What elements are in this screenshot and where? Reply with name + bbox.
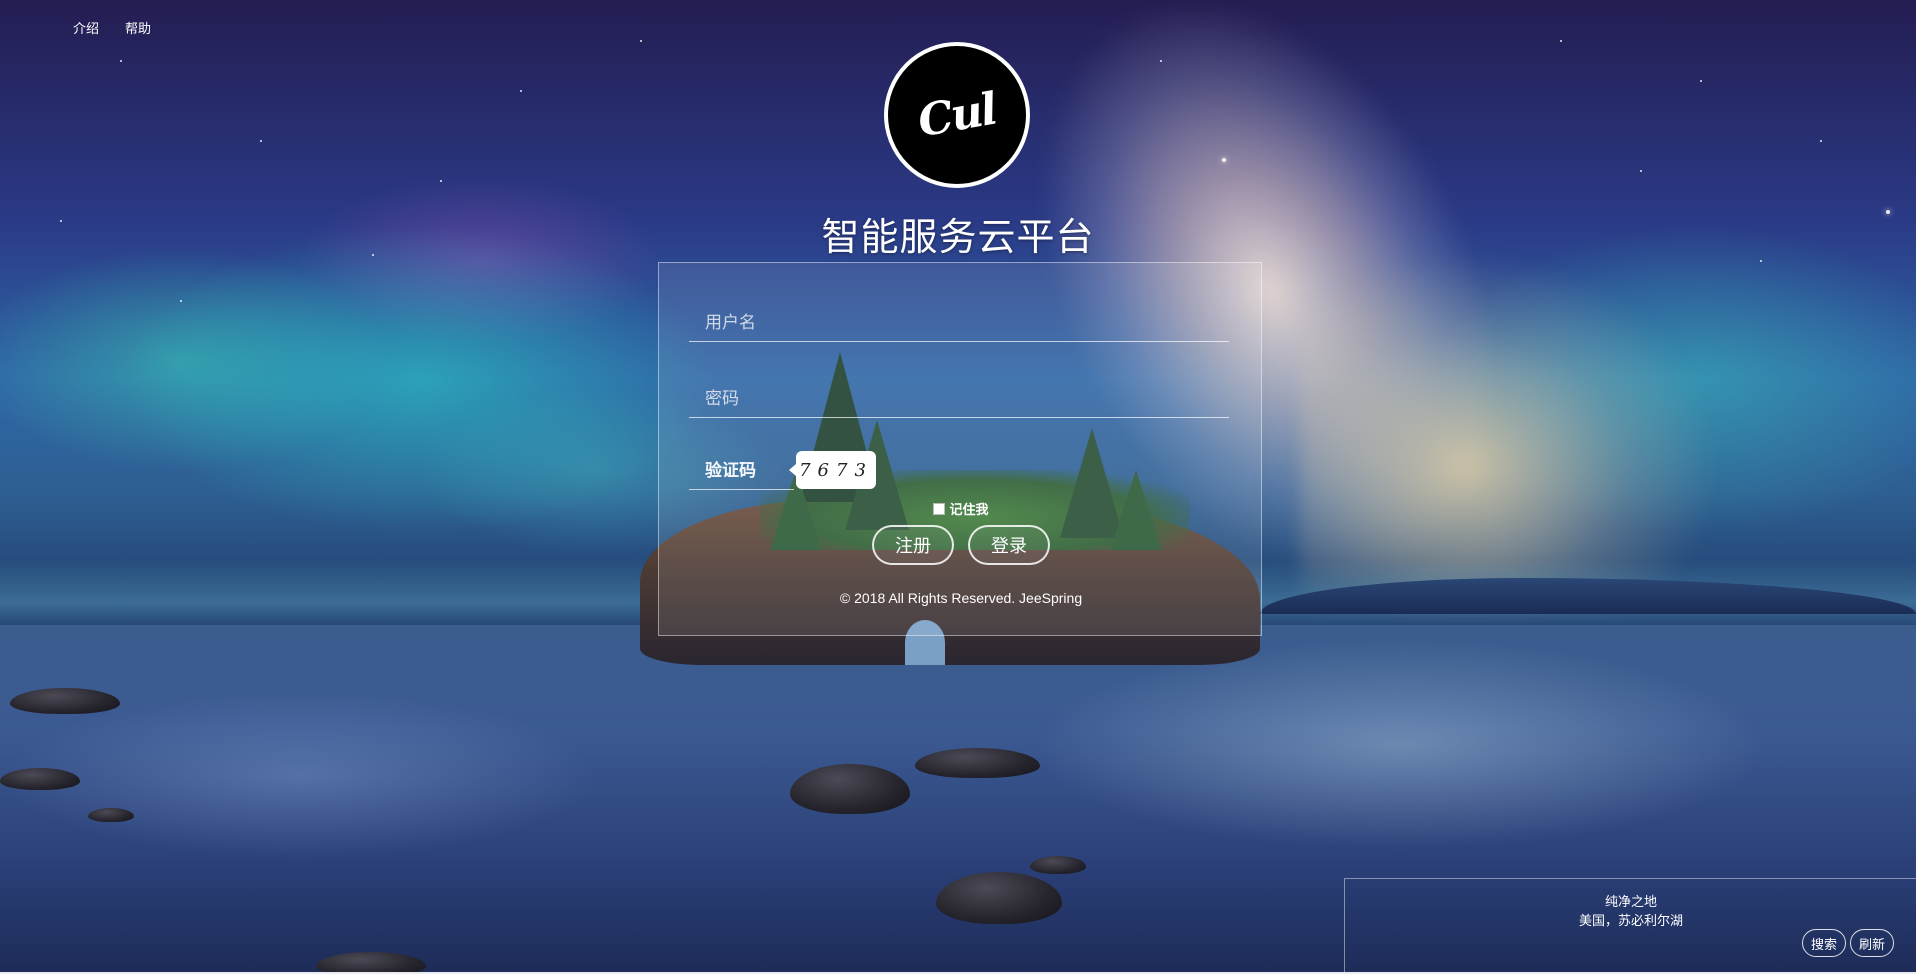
search-button[interactable]: 搜索 [1802,929,1847,957]
star [260,140,262,142]
logo-text: Cul [914,83,1000,147]
remember-me: 记住我 [659,499,1263,518]
remember-me-checkbox[interactable] [933,502,946,515]
background-location: 美国，苏必利尔湖 [1578,913,1683,928]
background-title: 纯净之地 [1604,894,1657,909]
password-input[interactable] [689,381,1229,417]
login-button[interactable]: 登录 [968,525,1050,565]
remember-me-label[interactable]: 记住我 [949,499,988,518]
login-panel: 7673 记住我 注册 登录 © 2018 All Rights Reserve… [658,262,1262,636]
copyright-text: © 2018 All Rights Reserved. JeeSpring [839,590,1083,606]
page-title: 智能服务云平台 [821,217,1095,259]
password-field-wrapper [689,381,1229,418]
star [1222,158,1226,162]
top-nav: 介绍 帮助 [73,18,151,37]
star [1160,60,1162,62]
refresh-button[interactable]: 刷新 [1850,929,1895,957]
register-button[interactable]: 注册 [872,525,954,565]
milky-way-core [1300,250,1720,610]
shore-rock [10,688,120,714]
button-row: 注册 登录 [659,525,1263,565]
captcha-field-wrapper [689,453,794,490]
star [180,300,182,302]
background-controls: 搜索 刷新 [1802,929,1895,957]
captcha-input[interactable] [689,453,794,489]
nav-help-link[interactable]: 帮助 [125,18,151,37]
star [1560,40,1562,42]
brand-logo: Cul [884,42,1030,188]
shore-rock [915,748,1040,778]
star [520,90,522,92]
shore-rock [1030,856,1086,874]
star [1700,80,1702,82]
shore-rock [316,952,426,974]
star [1640,170,1642,172]
star [1820,140,1822,142]
star [640,40,642,42]
shore-rock [0,768,80,790]
star [440,180,442,182]
username-field-wrapper [689,305,1229,342]
username-input[interactable] [689,305,1229,341]
nav-intro-link[interactable]: 介绍 [73,18,99,37]
shore-rock [88,808,134,822]
star [120,60,122,62]
captcha-image[interactable]: 7673 [789,451,876,489]
